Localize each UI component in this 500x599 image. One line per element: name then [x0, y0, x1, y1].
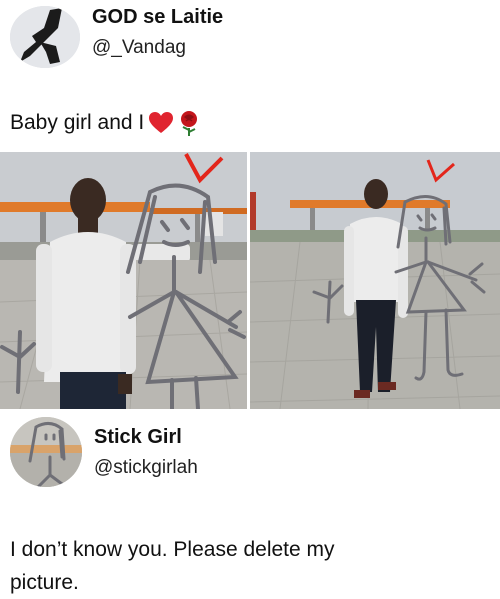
- photo-left[interactable]: [0, 152, 247, 409]
- heart-emoji-icon: [149, 112, 174, 133]
- tweet2-author-handle[interactable]: @stickgirlah: [94, 457, 198, 479]
- photo-right[interactable]: [250, 152, 500, 409]
- avatar-stick-girl-icon: [10, 417, 82, 487]
- avatar-stick-girl[interactable]: [10, 417, 82, 487]
- tweet1-text-row: Baby girl and I: [10, 110, 200, 136]
- tweet2-text-line1: I don’t know you. Please delete my: [10, 538, 335, 561]
- tweet1-author-handle[interactable]: @_Vandag: [92, 37, 186, 59]
- tweet1-author-name[interactable]: GOD se Laitie: [92, 6, 223, 29]
- avatar-silhouette-icon: [10, 6, 80, 68]
- rose-emoji-icon: [181, 111, 198, 136]
- tweet2-text: I don’t know you. Please delete my pictu…: [10, 533, 480, 599]
- tweet2-author-name[interactable]: Stick Girl: [94, 426, 182, 449]
- tweet2-text-line2: picture.: [10, 571, 79, 594]
- avatar-god-se-laitie[interactable]: [10, 6, 80, 68]
- photo-right-scene: [250, 152, 500, 409]
- photo-left-scene: [0, 152, 247, 409]
- tweet1-text: Baby girl and I: [10, 111, 145, 134]
